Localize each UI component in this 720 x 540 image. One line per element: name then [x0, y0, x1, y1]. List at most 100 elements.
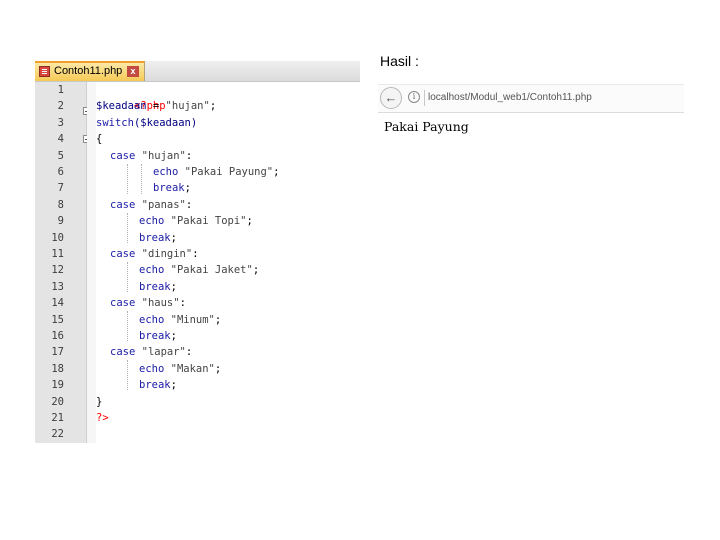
page-output-text: Pakai Payung	[384, 119, 469, 134]
line-number: 6	[57, 166, 64, 178]
browser-address-bar: ← i localhost/Modul_web1/Contoh11.php	[378, 84, 684, 113]
code-keyword: echo	[139, 362, 165, 375]
code-keyword: case	[110, 248, 136, 260]
file-icon	[39, 66, 50, 77]
code-line: {	[96, 131, 102, 147]
code-area[interactable]: <?php $keadaan = "hujan"; switch($keadaa…	[96, 82, 360, 443]
line-number: 7	[57, 182, 64, 195]
code-line: switch($keadaan)	[96, 115, 197, 131]
code-line: echo "Pakai Payung";	[153, 164, 279, 180]
code-line: case "haus":	[110, 295, 186, 311]
code-keyword: switch	[96, 116, 134, 129]
back-button[interactable]: ←	[380, 87, 402, 109]
line-number: 8	[57, 198, 64, 211]
code-keyword: echo	[153, 166, 179, 178]
indent-guide	[127, 311, 128, 341]
line-number: 19	[51, 379, 64, 392]
code-line: $keadaan = "hujan";	[96, 98, 216, 114]
code-keyword: case	[110, 346, 136, 359]
line-number: 1	[57, 84, 64, 96]
line-number: 22	[51, 428, 64, 441]
code-string: "Minum"	[170, 313, 215, 326]
code-string: "panas"	[141, 198, 186, 211]
code-operator: =	[146, 100, 166, 113]
code-keyword: echo	[139, 215, 165, 228]
line-number: 20	[51, 395, 64, 408]
code-line: echo "Pakai Topi";	[139, 213, 253, 229]
php-close-tag: ?>	[96, 412, 109, 424]
code-colon: :	[185, 346, 193, 359]
code-keyword: break	[139, 330, 171, 342]
code-keyword: echo	[139, 313, 165, 326]
line-number: 10	[51, 231, 64, 244]
code-semicolon: ;	[170, 330, 177, 342]
code-keyword: break	[153, 182, 185, 195]
info-icon[interactable]: i	[408, 91, 420, 103]
close-icon[interactable]: x	[127, 66, 139, 77]
code-semicolon: ;	[170, 231, 177, 244]
indent-guide	[127, 262, 128, 292]
code-string: "Pakai Topi"	[170, 215, 247, 228]
code-line: break;	[139, 377, 177, 393]
code-line: echo "Pakai Jaket";	[139, 262, 259, 278]
line-number: 15	[51, 313, 64, 326]
result-heading: Hasil :	[380, 53, 419, 69]
code-variable: $keadaan	[96, 100, 147, 113]
code-colon: :	[179, 297, 186, 310]
code-string: "dingin"	[141, 248, 193, 260]
code-semicolon: ;	[252, 264, 260, 277]
arrow-left-icon: ←	[384, 90, 398, 105]
code-semicolon: ;	[184, 182, 191, 195]
code-string: "Pakai Jaket"	[170, 264, 253, 277]
line-number: 18	[51, 362, 64, 375]
code-semicolon: ;	[246, 215, 253, 228]
url-input[interactable]: localhost/Modul_web1/Contoh11.php	[428, 92, 592, 103]
code-line: }	[96, 394, 102, 410]
divider	[424, 90, 425, 106]
code-line: case "hujan":	[110, 148, 192, 164]
code-line: echo "Makan";	[139, 361, 221, 377]
code-string: "Pakai Payung"	[184, 166, 274, 178]
editor-tab-bar: Contoh11.php x	[35, 61, 360, 82]
indent-guide	[127, 360, 128, 390]
fold-margin	[87, 82, 96, 443]
line-number-gutter: 1 2 3 4 5 6 7 8 9 10 11 12 13 14 15 16 1…	[35, 82, 92, 443]
line-number: 16	[51, 330, 64, 342]
code-string: "hujan"	[141, 149, 186, 162]
line-number: 17	[51, 346, 64, 359]
code-keyword: case	[110, 297, 136, 310]
line-number: 21	[51, 412, 64, 424]
code-line: ?>	[96, 410, 109, 426]
code-line: case "panas":	[110, 197, 192, 213]
code-line: echo "Minum";	[139, 312, 221, 328]
code-semicolon: ;	[214, 362, 222, 375]
line-number: 9	[57, 215, 64, 228]
code-semicolon: ;	[170, 379, 177, 392]
code-line: break;	[139, 230, 177, 246]
code-line: break;	[139, 328, 177, 344]
code-line: case "dingin":	[110, 246, 199, 262]
code-line: case "lapar":	[110, 344, 192, 360]
code-string: "Makan"	[170, 362, 215, 375]
code-expression: ($keadaan)	[133, 116, 198, 129]
code-semicolon: ;	[214, 313, 222, 326]
line-number: 13	[51, 280, 64, 293]
code-brace: {	[96, 133, 103, 146]
code-semicolon: ;	[273, 166, 280, 178]
code-keyword: break	[139, 379, 171, 392]
tab-contoh11[interactable]: Contoh11.php x	[35, 61, 145, 81]
code-string: "haus"	[141, 297, 180, 310]
code-keyword: case	[110, 149, 136, 162]
line-number: 14	[51, 297, 64, 310]
line-number: 3	[57, 116, 64, 129]
line-number: 2	[57, 100, 64, 113]
code-brace: }	[96, 395, 103, 408]
code-keyword: echo	[139, 264, 165, 277]
code-line: break;	[153, 180, 191, 196]
indent-guide	[127, 213, 128, 243]
code-colon: :	[185, 198, 193, 211]
indent-guide	[141, 164, 142, 194]
tab-label: Contoh11.php	[54, 65, 123, 77]
indent-guide	[127, 164, 128, 194]
line-number: 11	[51, 248, 64, 260]
